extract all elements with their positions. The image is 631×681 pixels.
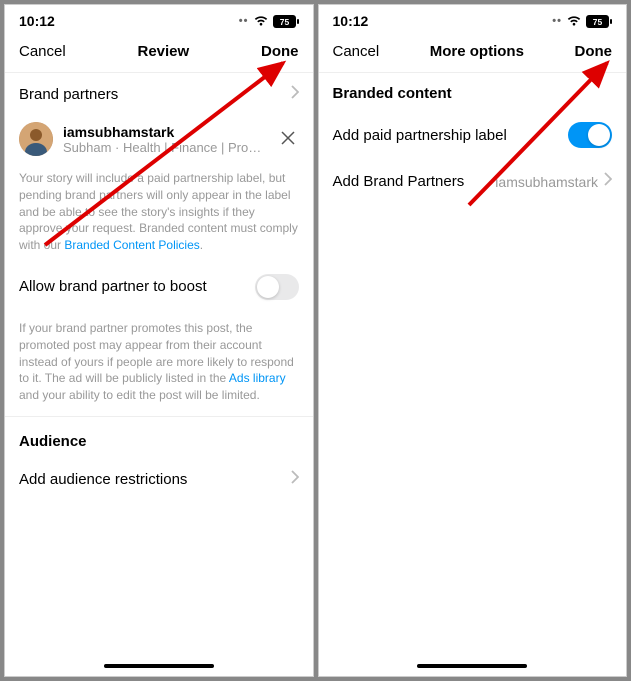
chevron-right-icon <box>604 172 612 191</box>
story-description: Your story will include a paid partnersh… <box>5 162 313 262</box>
nav-bar: Cancel Review Done <box>5 33 313 73</box>
add-brand-partners-row[interactable]: Add Brand Partners iamsubhamstark <box>319 160 627 203</box>
page-title: More options <box>430 43 524 60</box>
add-brand-partners-value: iamsubhamstark <box>495 174 598 190</box>
cellular-icon: •• <box>239 15 249 27</box>
allow-boost-label: Allow brand partner to boost <box>19 278 207 295</box>
done-button[interactable]: Done <box>575 43 613 60</box>
nav-bar: Cancel More options Done <box>319 33 627 73</box>
svg-text:75: 75 <box>279 16 289 26</box>
phone-left: 10:12 •• 75 Cancel Review Done Brand par… <box>4 4 314 677</box>
status-bar: 10:12 •• 75 <box>319 5 627 33</box>
status-bar: 10:12 •• 75 <box>5 5 313 33</box>
content-area: Brand partners iamsubhamstark Subham · H… <box>5 73 313 658</box>
audience-restrictions-row[interactable]: Add audience restrictions <box>5 458 313 501</box>
audience-restrictions-label: Add audience restrictions <box>19 471 187 488</box>
paid-partnership-row: Add paid partnership label <box>319 110 627 160</box>
phone-right: 10:12 •• 75 Cancel More options Done Bra… <box>318 4 628 677</box>
content-area: Branded content Add paid partnership lab… <box>319 73 627 658</box>
battery-icon: 75 <box>586 15 612 28</box>
cancel-button[interactable]: Cancel <box>333 43 380 60</box>
chevron-right-icon <box>291 470 299 489</box>
partner-item: iamsubhamstark Subham · Health | Finance… <box>5 116 313 162</box>
cellular-icon: •• <box>552 15 562 27</box>
allow-boost-toggle[interactable] <box>255 274 299 300</box>
home-indicator[interactable] <box>417 664 527 668</box>
allow-boost-row: Allow brand partner to boost <box>5 262 313 312</box>
partner-username: iamsubhamstark <box>63 124 267 140</box>
status-time: 10:12 <box>333 13 369 29</box>
done-button[interactable]: Done <box>261 43 299 60</box>
remove-partner-button[interactable] <box>277 125 299 154</box>
cancel-button[interactable]: Cancel <box>19 43 66 60</box>
boost-description: If your brand partner promotes this post… <box>5 312 313 412</box>
paid-partnership-toggle[interactable] <box>568 122 612 148</box>
chevron-right-icon <box>291 85 299 104</box>
home-indicator[interactable] <box>104 664 214 668</box>
paid-partnership-label: Add paid partnership label <box>333 127 507 144</box>
add-brand-partners-label: Add Brand Partners <box>333 173 465 190</box>
status-time: 10:12 <box>19 13 55 29</box>
wifi-icon <box>566 15 582 27</box>
svg-text:75: 75 <box>593 16 603 26</box>
audience-header: Audience <box>5 417 313 458</box>
page-title: Review <box>138 43 190 60</box>
branded-content-policies-link[interactable]: Branded Content Policies <box>64 238 199 252</box>
brand-partners-label: Brand partners <box>19 86 118 103</box>
partner-subtitle: Subham · Health | Finance | Productivity… <box>63 140 267 155</box>
brand-partners-row[interactable]: Brand partners <box>5 73 313 116</box>
ads-library-link[interactable]: Ads library <box>229 371 286 385</box>
battery-icon: 75 <box>273 15 299 28</box>
wifi-icon <box>253 15 269 27</box>
avatar <box>19 122 53 156</box>
branded-content-header: Branded content <box>319 73 627 110</box>
